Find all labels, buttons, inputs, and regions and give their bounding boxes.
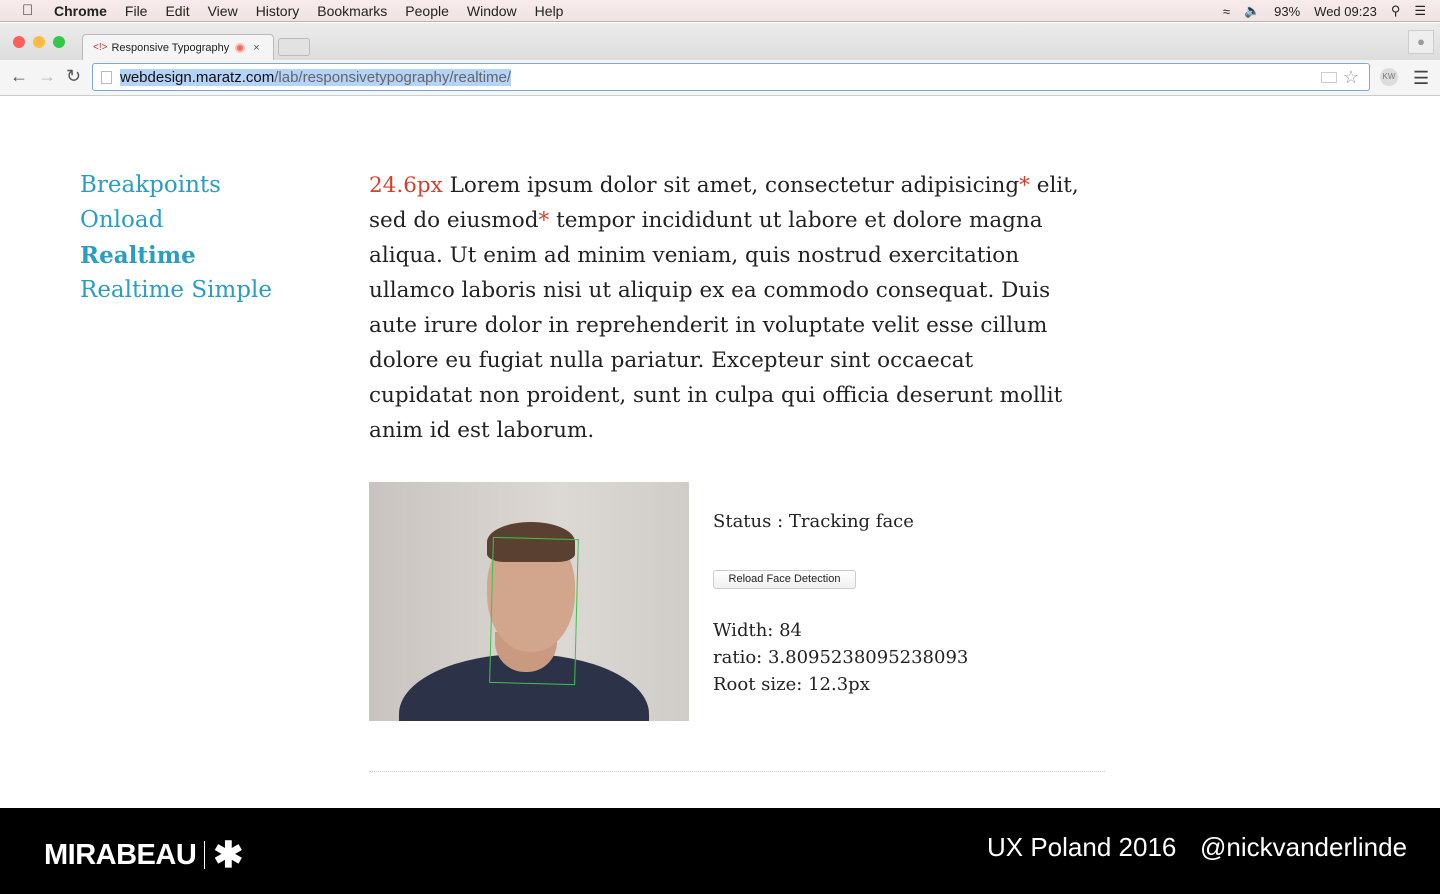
menu-view[interactable]: View: [208, 3, 238, 19]
page-icon: [101, 70, 112, 84]
browser-tab[interactable]: <!> Responsive Typography ×: [82, 34, 274, 60]
sidebar-nav: Breakpoints Onload Realtime Realtime Sim…: [80, 168, 272, 308]
nav-realtime-simple[interactable]: Realtime Simple: [80, 273, 272, 308]
reload-icon[interactable]: ↻: [66, 66, 81, 87]
face-width: Width: 84: [713, 620, 802, 641]
notification-icon[interactable]: ☰: [1414, 3, 1426, 19]
bookmark-star-icon[interactable]: ☆: [1343, 67, 1359, 88]
minimize-window-icon[interactable]: [33, 36, 45, 48]
menu-people[interactable]: People: [405, 3, 449, 19]
root-size: Root size: 12.3px: [713, 674, 870, 695]
logo-text: MIRABEAU: [44, 838, 197, 871]
paragraph-line: anim id est laborum.: [369, 418, 595, 443]
extension-icon[interactable]: KW: [1380, 68, 1398, 86]
battery-percent[interactable]: 93%: [1274, 4, 1300, 19]
paragraph-line: aliqua. Ut enim ad minim veniam, quis no…: [369, 243, 1020, 268]
nav-onload[interactable]: Onload: [80, 203, 272, 238]
spotlight-icon[interactable]: ⚲: [1391, 3, 1401, 19]
menu-window[interactable]: Window: [467, 3, 517, 19]
menu-app[interactable]: Chrome: [54, 3, 107, 19]
chrome-menu-icon[interactable]: ☰: [1413, 68, 1429, 89]
reload-face-detection-button[interactable]: Reload Face Detection: [713, 570, 856, 589]
status-area: ≈ 🔈 93% Wed 09:23 ⚲ ☰: [1223, 0, 1440, 22]
tracking-status: Status : Tracking face: [713, 511, 914, 532]
apple-icon[interactable]: : [22, 2, 36, 19]
text: Lorem ipsum dolor sit amet, consectetur …: [442, 173, 1020, 198]
asterisk: *: [1019, 173, 1030, 198]
paragraph-line: ullamco laboris nisi ut aliquip ex ea co…: [369, 278, 1051, 303]
tab-title: Responsive Typography: [111, 41, 230, 54]
menu-file[interactable]: File: [125, 3, 148, 19]
text: sed do eiusmod: [369, 208, 539, 233]
volume-icon[interactable]: 🔈: [1244, 3, 1260, 19]
text: tempor incididunt ut labore et dolore ma…: [549, 208, 1043, 233]
url-host: webdesign.maratz.com: [120, 68, 275, 86]
close-window-icon[interactable]: [13, 36, 25, 48]
mirabeau-logo: MIRABEAU ✱: [44, 834, 243, 876]
asterisk-logo-icon: ✱: [213, 834, 243, 875]
mac-menubar:  Chrome File Edit View History Bookmark…: [0, 0, 1440, 22]
sample-paragraph: 24.6px Lorem ipsum dolor sit amet, conse…: [369, 168, 1079, 448]
divider: [369, 771, 1105, 772]
slide-footer: MIRABEAU ✱ UX Poland 2016 @nickvanderlind…: [0, 808, 1440, 894]
webcam-feed: [369, 482, 689, 721]
menu-bookmarks[interactable]: Bookmarks: [317, 3, 387, 19]
nav-breakpoints[interactable]: Breakpoints: [80, 168, 272, 203]
close-tab-icon[interactable]: ×: [253, 42, 259, 54]
profile-icon[interactable]: ●: [1408, 30, 1434, 54]
menu-history[interactable]: History: [256, 3, 300, 19]
recording-icon: [235, 42, 246, 53]
text: elit,: [1029, 173, 1079, 198]
clock[interactable]: Wed 09:23: [1314, 4, 1377, 19]
menu-help[interactable]: Help: [535, 3, 564, 19]
nav-realtime[interactable]: Realtime: [80, 238, 272, 273]
face-tracking-box: [489, 536, 579, 686]
new-tab-button[interactable]: [278, 38, 310, 56]
paragraph-line: aute irure dolor in reprehenderit in vol…: [369, 313, 1048, 338]
zoom-window-icon[interactable]: [53, 36, 65, 48]
camera-icon[interactable]: [1321, 71, 1337, 83]
address-bar[interactable]: webdesign.maratz.com/lab/responsivetypog…: [92, 63, 1370, 91]
speaker-handle: @nickvanderlinde: [1200, 832, 1408, 862]
paragraph-line: cupidatat non proident, sunt in culpa qu…: [369, 383, 1063, 408]
face-ratio: ratio: 3.8095238095238093: [713, 647, 969, 668]
event-name: UX Poland 2016: [987, 832, 1177, 862]
favicon-icon: <!>: [93, 42, 108, 53]
back-icon[interactable]: ←: [10, 66, 28, 87]
paragraph-line: dolore eu fugiat nulla pariatur. Excepte…: [369, 348, 974, 373]
paragraph-line: 24.6px Lorem ipsum dolor sit amet, conse…: [369, 168, 1079, 203]
paragraph-line: sed do eiusmod* tempor incididunt ut lab…: [369, 203, 1079, 238]
menu-edit[interactable]: Edit: [165, 3, 189, 19]
forward-icon[interactable]: →: [38, 66, 56, 87]
font-size-label: 24.6px: [369, 173, 443, 198]
asterisk: *: [538, 208, 550, 233]
url-path: /lab/responsivetypography/realtime/: [274, 68, 512, 86]
wifi-icon[interactable]: ≈: [1223, 4, 1230, 19]
